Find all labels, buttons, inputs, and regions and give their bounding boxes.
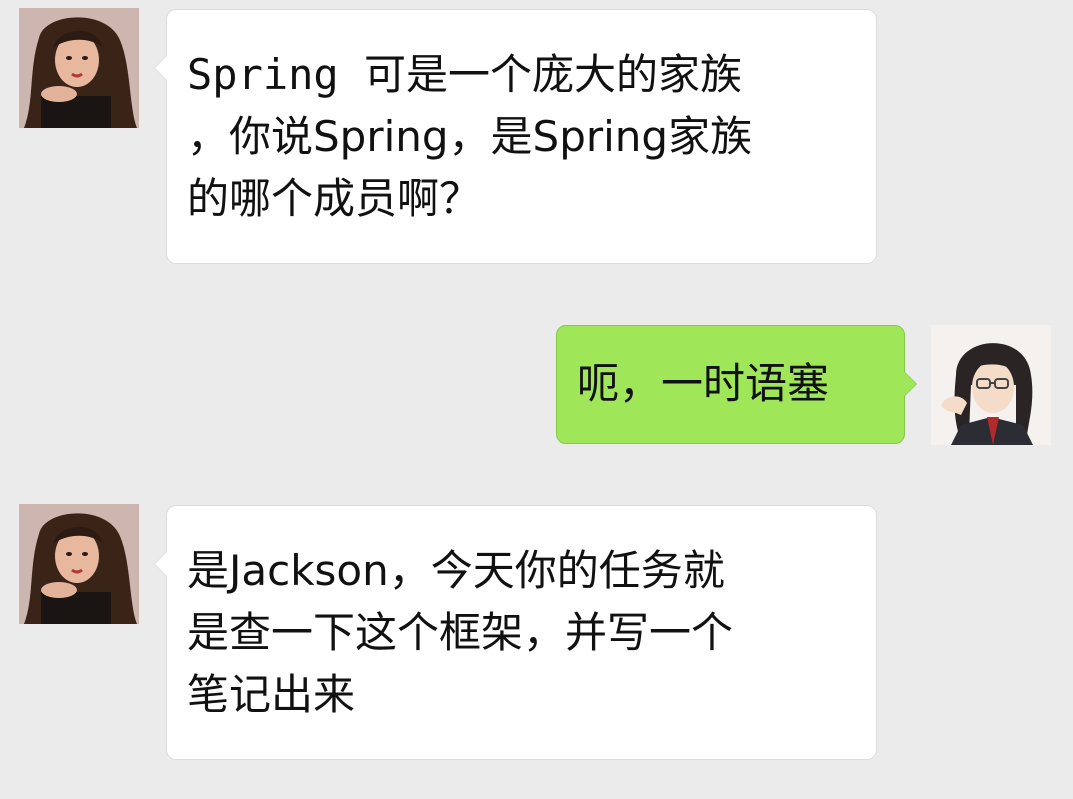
message-text-line: 的哪个成员啊？ xyxy=(187,174,482,223)
message-text-line: 是Jackson，今天你的任务就 xyxy=(187,546,725,595)
incoming-message-bubble[interactable]: 是Jackson，今天你的任务就 是查一下这个框架，并写一个 笔记出来 xyxy=(154,505,877,760)
message-text-line: ，你说Spring，是Spring家族 xyxy=(187,112,753,161)
avatar-man-glasses-icon xyxy=(931,325,1051,445)
avatar-woman-icon xyxy=(19,504,139,624)
message-text-line: 是查一下这个框架，并写一个 xyxy=(187,608,734,657)
other-user-avatar[interactable] xyxy=(19,504,139,624)
avatar-woman-icon xyxy=(19,8,139,128)
self-user-avatar[interactable] xyxy=(931,325,1051,445)
outgoing-message-bubble[interactable]: 呃，一时语塞 xyxy=(556,325,917,444)
message-text-line: 呃，一时语塞 xyxy=(577,359,830,408)
message-text-line: Spring 可是一个庞大的家族 xyxy=(187,50,743,99)
message-text-line: 笔记出来 xyxy=(187,670,356,719)
incoming-message-bubble[interactable]: Spring 可是一个庞大的家族 ，你说Spring，是Spring家族 的哪个… xyxy=(154,9,877,264)
other-user-avatar[interactable] xyxy=(19,8,139,128)
